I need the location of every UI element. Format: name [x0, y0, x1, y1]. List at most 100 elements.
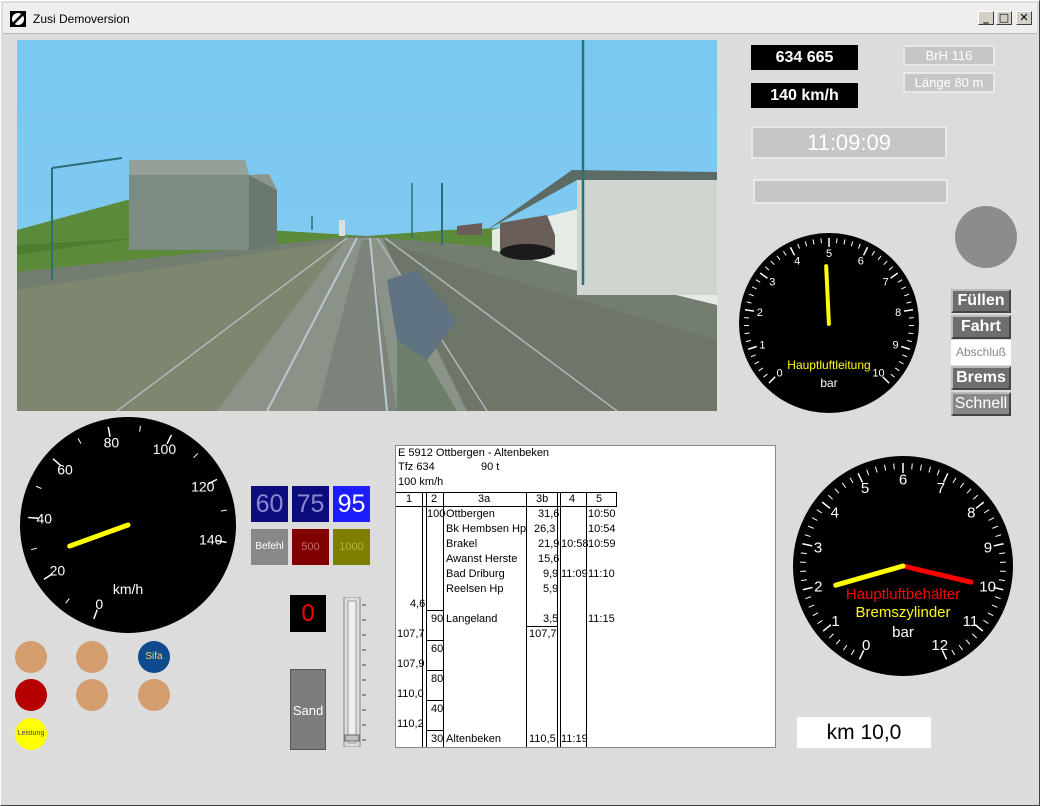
station-name: Awanst Herste [446, 553, 518, 565]
speed-value: 40 [431, 703, 444, 715]
pzb-1000-indicator: 1000 [333, 529, 370, 565]
speedometer: 0 20 40 60 80 100 120 140 km/h [20, 417, 236, 633]
station-km: 26,3 [534, 523, 556, 535]
gauge-tick-label: 8 [895, 307, 901, 319]
brake-fuellen-button[interactable]: Füllen [951, 289, 1011, 313]
title-bar[interactable]: Zusi Demoversion _ □ ✕ [3, 3, 1037, 34]
station-km: 5,9 [543, 583, 559, 595]
gauge-tick-label: 12 [931, 637, 948, 654]
speed-value: 80 [431, 673, 444, 685]
gauge-tick-label: 5 [826, 248, 832, 260]
gauge-tick-label: 8 [967, 504, 975, 521]
timetable-sheet: E 5912 Ottbergen - Altenbeken Tfz 634 90… [396, 446, 617, 747]
station-km: 15,6 [538, 553, 560, 565]
indicator-lamp [76, 641, 108, 673]
column-header: 1 [406, 493, 413, 505]
pzb-500-indicator: 500 [292, 529, 329, 565]
gauge-tick [744, 332, 750, 335]
gauge-tick-label: 20 [50, 562, 66, 578]
gauge-tick-label: 140 [199, 531, 223, 547]
timetable-vmax: 100 km/h [398, 476, 444, 488]
timetable-panel: E 5912 Ottbergen - Altenbeken Tfz 634 90… [395, 445, 776, 748]
station-name: Altenbeken [446, 733, 502, 745]
gauge-tick-label: 2 [814, 578, 822, 595]
gauge-tick-label: 4 [794, 255, 800, 267]
km-value: 110,2 [397, 718, 424, 730]
pzb-75-indicator: 75 [292, 486, 329, 522]
gauge-tick [893, 463, 895, 470]
gauge-tick-label: 120 [191, 479, 215, 495]
brake-brems-button[interactable]: Brems [951, 366, 1011, 390]
gauge-tick-label: 1 [831, 613, 839, 630]
close-button[interactable]: ✕ [1016, 11, 1032, 25]
gauge-tick-label: 9 [893, 339, 899, 351]
gauge-tick-label: 60 [57, 461, 73, 477]
gauge-tick-label: 3 [769, 277, 775, 289]
pzb-95-indicator: 95 [333, 486, 370, 522]
gauge-tick-label: 6 [858, 255, 864, 267]
gauge-tick-label: 10 [979, 578, 996, 595]
throttle-slider[interactable] [342, 596, 370, 748]
column-header: 3a [478, 493, 491, 505]
station-name: Reelsen Hp [446, 583, 504, 595]
speed-value: 30 [431, 733, 444, 745]
window-title: Zusi Demoversion [33, 12, 130, 26]
timetable-header: E 5912 Ottbergen - Altenbeken [398, 447, 550, 459]
indicator-lamp [15, 641, 47, 673]
station-name: Bk Hembsen Hp [446, 523, 527, 535]
befehl-button[interactable]: Befehl [251, 529, 288, 565]
gauge-tick-label: 80 [104, 435, 120, 451]
gauge-label: Hauptluftleitung [787, 358, 870, 372]
station-arrival: 11:09 [561, 568, 588, 580]
km-value: 107,7 [397, 628, 425, 640]
gauge-tick-label: 100 [153, 441, 177, 457]
gauge-tick-label: 9 [984, 539, 992, 556]
gauge-tick-label: 1 [759, 339, 765, 351]
station-km: 9,9 [543, 568, 559, 580]
station-arrival: 10:58 [561, 538, 589, 550]
train-number-display: 634 665 [751, 45, 858, 70]
app-icon [10, 11, 26, 27]
app-window: Zusi Demoversion _ □ ✕ 634 665 140 km/h … [0, 0, 1040, 806]
maximize-button[interactable]: □ [996, 11, 1012, 25]
status-lamp-large [955, 206, 1017, 268]
gauge-tick-label: 0 [862, 637, 870, 654]
throttle-scale [343, 596, 366, 748]
brake-cylinder-label: Bremszylinder [855, 604, 950, 621]
column-header: 2 [431, 493, 438, 505]
main-air-pipe-gauge: 0 1 2 3 4 5 6 7 8 9 10 Hauptluftleitung bar [739, 233, 919, 413]
station-km: 31,6 [538, 508, 560, 520]
speed-limit-display: 140 km/h [751, 83, 858, 108]
gauge-tick-label: 5 [861, 480, 869, 497]
gauge-unit: bar [820, 376, 837, 390]
station-departure: 11:10 [588, 568, 615, 580]
gauge-tick-label: 40 [36, 511, 52, 527]
gauge-tick [911, 463, 913, 470]
gauge-tick-label: 4 [831, 504, 839, 521]
message-display [753, 179, 948, 204]
leistung-lamp: Leistung [15, 718, 47, 750]
main-reservoir-label: Hauptluftbehälter [846, 586, 960, 603]
gauge-tick-label: 0 [776, 367, 782, 379]
gauge-tick-label: 2 [757, 307, 763, 319]
brake-schnell-button[interactable]: Schnell [951, 392, 1011, 416]
station-departure: 10:50 [588, 508, 616, 520]
brake-abschluss-button[interactable]: Abschluß [951, 340, 1011, 365]
gauge-tick-label: 0 [95, 596, 103, 612]
km-value: 107,9 [397, 658, 425, 670]
gauge-tick [908, 332, 914, 335]
speed-value: 60 [431, 643, 444, 655]
speed-value: 90 [431, 613, 444, 625]
gauge-tick-label: 6 [899, 471, 907, 488]
brake-fahrt-button[interactable]: Fahrt [951, 315, 1011, 339]
indicator-lamp-red [15, 679, 47, 711]
station-arrival: 11:19 [561, 733, 588, 745]
length-display: Länge 80 m [903, 72, 995, 93]
timetable-tfz: Tfz 634 [398, 461, 435, 473]
pzb-60-indicator: 60 [251, 486, 288, 522]
km-value: 110,0 [397, 688, 424, 700]
indicator-lamp [138, 679, 170, 711]
sifa-lamp: Sifa [138, 641, 170, 673]
sand-button[interactable]: Sand [290, 669, 326, 750]
minimize-button[interactable]: _ [978, 11, 994, 25]
